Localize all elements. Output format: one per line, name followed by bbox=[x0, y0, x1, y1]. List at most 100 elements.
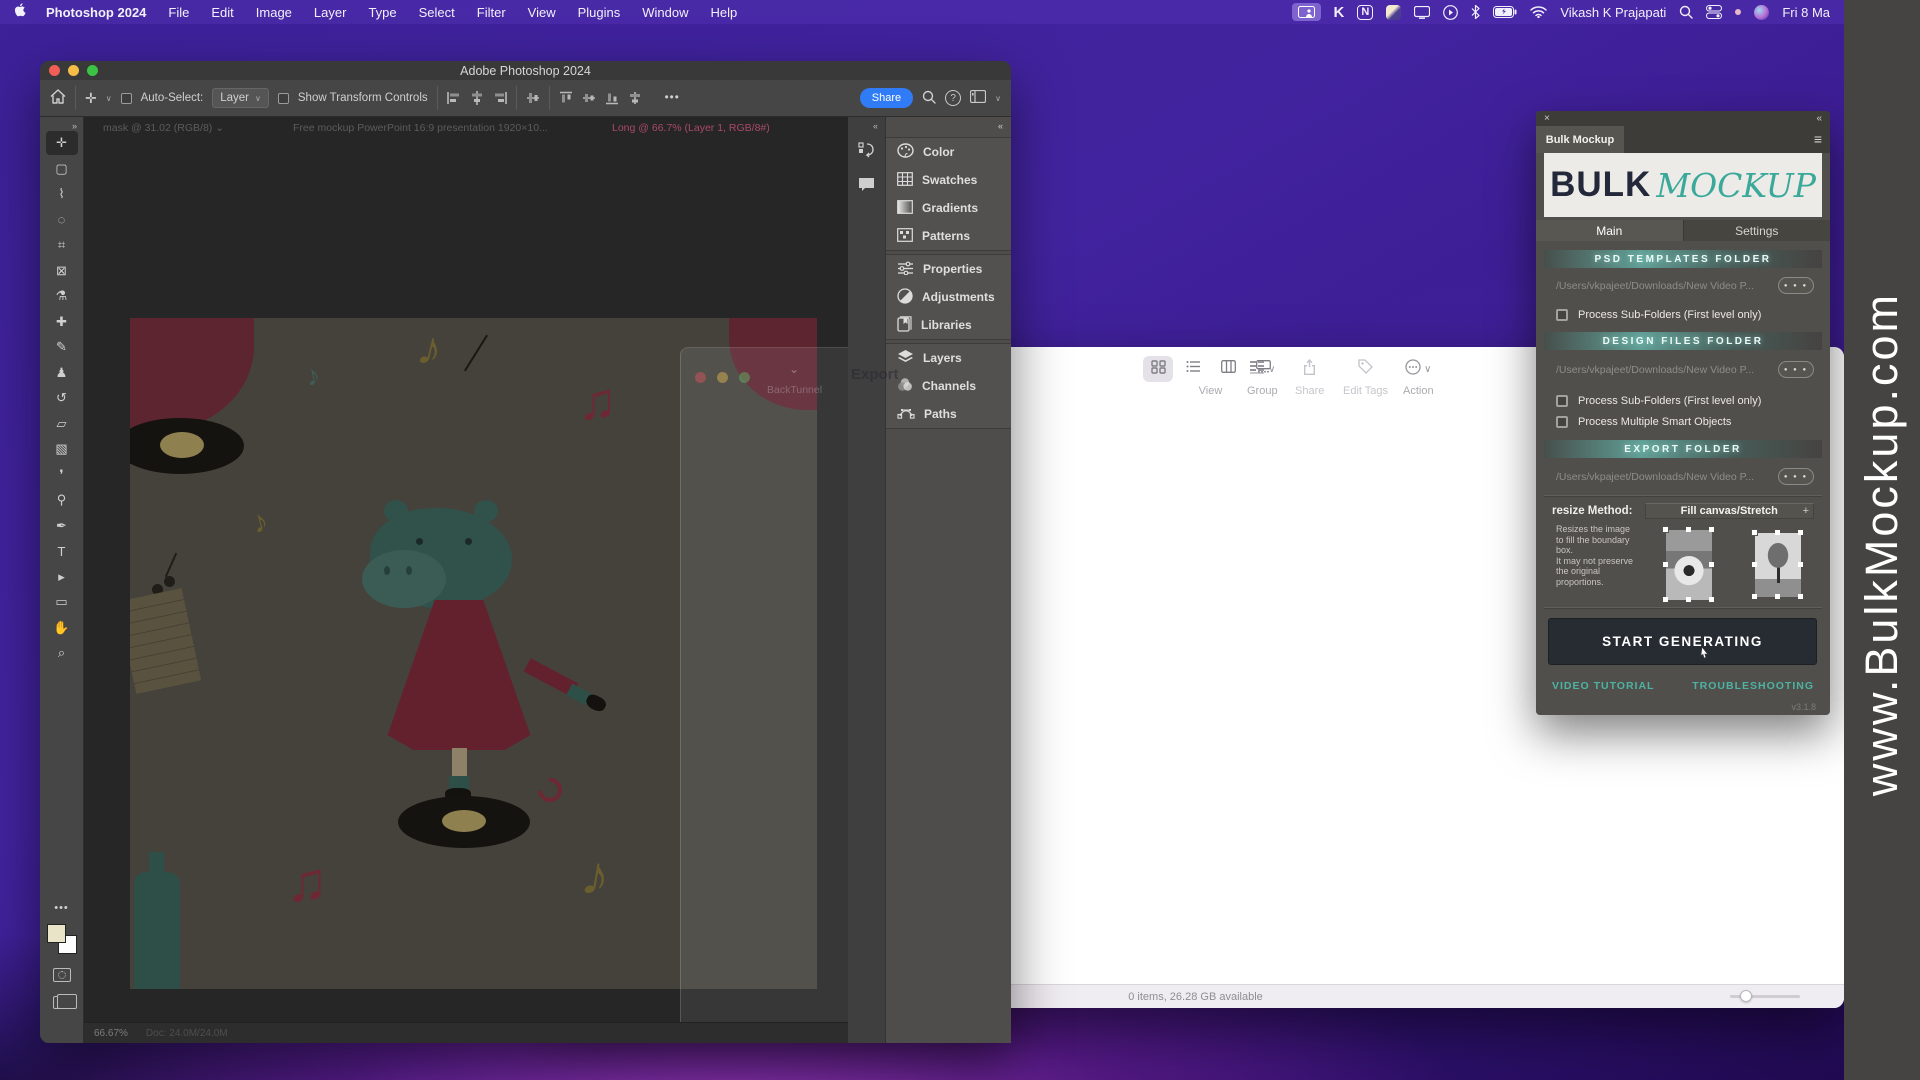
move-tool-icon[interactable]: ✛ bbox=[85, 90, 97, 107]
search-icon[interactable] bbox=[922, 90, 936, 107]
align-center-icon[interactable] bbox=[470, 91, 484, 105]
swatches[interactable]: Swatches bbox=[886, 166, 1011, 194]
keystroke-app-icon[interactable]: K bbox=[1334, 3, 1345, 21]
share-button[interactable]: Share bbox=[860, 88, 913, 108]
display-icon[interactable] bbox=[1414, 3, 1430, 21]
home-icon[interactable] bbox=[50, 89, 66, 107]
close-button[interactable] bbox=[49, 65, 60, 76]
pen-tool[interactable]: ✒ bbox=[46, 514, 78, 538]
align-left-icon[interactable] bbox=[447, 91, 461, 105]
menu-date[interactable]: Fri 8 Ma bbox=[1782, 5, 1830, 20]
filter[interactable]: Filter bbox=[477, 5, 506, 20]
document-tab[interactable]: Free mockup PowerPoint 16:9 presentation… bbox=[293, 122, 548, 134]
color-swatches[interactable] bbox=[47, 924, 77, 954]
tab-main[interactable]: Main bbox=[1536, 220, 1684, 241]
play-circle-icon[interactable] bbox=[1443, 3, 1458, 21]
video-tutorial-link[interactable]: VIDEO TUTORIAL bbox=[1552, 680, 1654, 692]
notion-icon[interactable]: N bbox=[1357, 5, 1373, 20]
auto-select-checkbox[interactable] bbox=[121, 93, 132, 104]
minimize-button[interactable] bbox=[68, 65, 79, 76]
view[interactable]: View bbox=[528, 5, 556, 20]
tab-settings[interactable]: Settings bbox=[1684, 220, 1831, 241]
checkbox[interactable] bbox=[1556, 416, 1568, 428]
lasso-tool[interactable]: ⌇ bbox=[46, 182, 78, 206]
more-tools-icon[interactable]: ••• bbox=[54, 902, 69, 914]
browse-export-button[interactable]: ● ● ● bbox=[1778, 468, 1814, 485]
collapse-icon[interactable]: « bbox=[1816, 113, 1822, 124]
paths[interactable]: Paths bbox=[886, 400, 1011, 428]
help-icon[interactable]: ? bbox=[945, 90, 961, 106]
layer-dropdown[interactable]: Layer ∨ bbox=[212, 88, 269, 108]
app-icon[interactable] bbox=[1386, 5, 1401, 20]
distribute-middle-icon[interactable] bbox=[582, 91, 596, 105]
eyedropper-tool[interactable]: ⚗ bbox=[46, 284, 78, 308]
object-selection-tool[interactable]: ◌ bbox=[46, 208, 78, 232]
layer[interactable]: Layer bbox=[314, 5, 347, 20]
document-tab-active[interactable]: Long @ 66.7% (Layer 1, RGB/8#) bbox=[612, 122, 770, 134]
distribute-horizontal-icon[interactable] bbox=[526, 91, 540, 105]
finder-action-button[interactable]: ∨ Action bbox=[1403, 356, 1434, 397]
finder-edit-tags-button[interactable]: Edit Tags bbox=[1343, 356, 1388, 397]
control-center-icon[interactable] bbox=[1706, 3, 1722, 21]
align-right-icon[interactable] bbox=[493, 91, 507, 105]
frame-tool[interactable]: ⊠ bbox=[46, 259, 78, 283]
user-name[interactable]: Vikash K Prajapati bbox=[1560, 5, 1666, 20]
edit[interactable]: Edit bbox=[211, 5, 233, 20]
workspace-icon[interactable] bbox=[970, 90, 986, 106]
battery-icon[interactable] bbox=[1493, 3, 1517, 21]
checkbox[interactable] bbox=[1556, 395, 1568, 407]
blur-tool[interactable]: ❜ bbox=[46, 463, 78, 487]
eraser-tool[interactable]: ▱ bbox=[46, 412, 78, 436]
collapse-icon[interactable]: « bbox=[873, 121, 878, 131]
zoom-tool[interactable]: ⌕ bbox=[46, 641, 78, 665]
marquee-tool[interactable]: ▢ bbox=[46, 157, 78, 181]
view-grid-button[interactable] bbox=[1143, 356, 1173, 382]
foreground-color-swatch[interactable] bbox=[47, 924, 66, 943]
spotlight-search-icon[interactable] bbox=[1679, 3, 1693, 21]
healing-tool[interactable]: ✚ bbox=[46, 310, 78, 334]
type-tool[interactable]: T bbox=[46, 539, 78, 563]
troubleshooting-link[interactable]: TROUBLESHOOTING bbox=[1692, 680, 1814, 692]
browse-design-button[interactable]: ● ● ● bbox=[1778, 361, 1814, 378]
layers[interactable]: Layers bbox=[886, 344, 1011, 372]
help[interactable]: Help bbox=[711, 5, 738, 20]
type[interactable]: Type bbox=[368, 5, 396, 20]
bluetooth-icon[interactable] bbox=[1471, 3, 1480, 21]
dodge-tool[interactable]: ⚲ bbox=[46, 488, 78, 512]
gradients[interactable]: Gradients bbox=[886, 194, 1011, 222]
resize-method-dropdown[interactable]: Fill canvas/Stretch + bbox=[1645, 503, 1814, 519]
collapse-icon[interactable]: « bbox=[998, 121, 1003, 131]
finder-group-button[interactable]: ∨ Group bbox=[1247, 356, 1278, 397]
screen-mode-icon[interactable] bbox=[53, 996, 71, 1009]
crop-tool[interactable]: ⌗ bbox=[46, 233, 78, 257]
image[interactable]: Image bbox=[256, 5, 292, 20]
distribute-top-icon[interactable] bbox=[559, 91, 573, 105]
finder-share-button[interactable]: Share bbox=[1295, 356, 1324, 397]
browse-psd-button[interactable]: ● ● ● bbox=[1778, 277, 1814, 294]
wifi-icon[interactable] bbox=[1530, 3, 1547, 21]
shape-tool[interactable]: ▭ bbox=[46, 590, 78, 614]
menu-app-name[interactable]: Photoshop 2024 bbox=[46, 5, 146, 20]
window[interactable]: Window bbox=[642, 5, 688, 20]
color[interactable]: Color bbox=[886, 138, 1011, 166]
patterns[interactable]: Patterns bbox=[886, 222, 1011, 250]
channels[interactable]: Channels bbox=[886, 372, 1011, 400]
document-tab[interactable]: mask @ 31.02 (RGB/8) ⌄ bbox=[103, 122, 224, 134]
gradient-tool[interactable]: ▧ bbox=[46, 437, 78, 461]
slider-knob[interactable] bbox=[1740, 990, 1752, 1002]
panel-menu-icon[interactable]: ≡ bbox=[1814, 131, 1822, 147]
apple-logo[interactable] bbox=[14, 3, 27, 21]
siri-icon[interactable] bbox=[1754, 5, 1769, 20]
history-panel-icon[interactable] bbox=[858, 141, 875, 163]
view-list-button[interactable] bbox=[1178, 356, 1208, 382]
properties[interactable]: Properties bbox=[886, 255, 1011, 283]
hand-tool[interactable]: ✋ bbox=[46, 616, 78, 640]
adjustments[interactable]: Adjustments bbox=[886, 283, 1011, 311]
zoom-level[interactable]: 66.67% bbox=[94, 1028, 128, 1039]
path-select-tool[interactable]: ▸ bbox=[46, 565, 78, 589]
start-generating-button[interactable]: START GENERATING bbox=[1548, 618, 1817, 665]
bulk-panel-tab[interactable]: Bulk Mockup bbox=[1536, 126, 1624, 153]
plugins[interactable]: Plugins bbox=[578, 5, 621, 20]
show-transform-checkbox[interactable] bbox=[278, 93, 289, 104]
view-columns-button[interactable] bbox=[1213, 356, 1243, 382]
